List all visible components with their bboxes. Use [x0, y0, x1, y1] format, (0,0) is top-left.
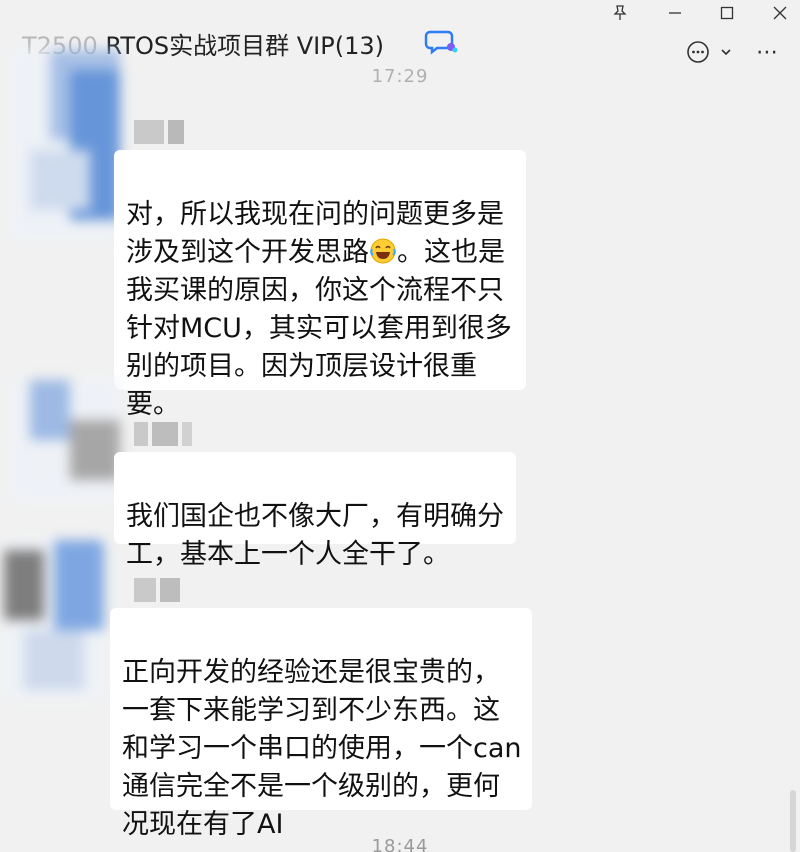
- sender-name-mosaic: [134, 120, 184, 144]
- maximize-icon[interactable]: [707, 2, 747, 24]
- message-line: 工，基本上一个人全干了。: [126, 539, 450, 570]
- message-line: 对，所以我现在问的问题更多是: [126, 199, 504, 230]
- member-count: (13): [334, 32, 384, 60]
- chevron-down-icon[interactable]: [716, 38, 736, 66]
- message-line: 别的项目。因为顶层设计很重: [126, 351, 477, 382]
- message-line: 针对MCU，其实可以套用到很多: [126, 313, 512, 344]
- message-line: 涉及到这个开发思路: [126, 237, 369, 268]
- laughing-tears-emoji-icon: [369, 237, 397, 265]
- message-line: 和学习一个串口的使用，一个can: [122, 733, 522, 764]
- minimize-icon[interactable]: [655, 2, 695, 24]
- timestamp-top: 17:29: [371, 66, 429, 84]
- avatar[interactable]: [10, 50, 120, 240]
- message-line: 一套下来能学习到不少东西。这: [122, 695, 500, 726]
- message-line: 我买课的原因，你这个流程不只: [126, 275, 504, 306]
- message-bubble[interactable]: 正向开发的经验还是很宝贵的， 一套下来能学习到不少东西。这 和学习一个串口的使用…: [110, 608, 532, 840]
- scrollbar[interactable]: [790, 790, 796, 852]
- chat-bubble-icon[interactable]: [684, 38, 712, 66]
- more-options-button[interactable]: ⋯: [752, 38, 782, 66]
- title-main: RTOS实战项目群 VIP: [105, 32, 335, 60]
- message-line: 通信完全不是一个级别的，更何: [122, 771, 500, 802]
- message-line: 。这也是: [397, 237, 505, 268]
- message-line: 要。: [126, 389, 180, 420]
- message-line: 我们国企也不像大厂，有明确分: [126, 501, 504, 532]
- pin-icon[interactable]: [600, 2, 640, 24]
- message-bubble[interactable]: 我们国企也不像大厂，有明确分 工，基本上一个人全干了。: [114, 452, 516, 570]
- message-line: 正向开发的经验还是很宝贵的，: [122, 657, 500, 688]
- sender-name-mosaic: [134, 422, 192, 446]
- group-chat-icon[interactable]: [424, 28, 458, 56]
- message-bubble[interactable]: 对，所以我现在问的问题更多是 涉及到这个开发思路 。这也是 我买课的原因，你这个流…: [114, 150, 526, 420]
- avatar[interactable]: [10, 380, 120, 500]
- avatar[interactable]: [4, 540, 104, 700]
- timestamp-bottom: 18:44: [371, 836, 429, 852]
- close-icon[interactable]: [760, 2, 800, 24]
- sender-name-mosaic: [134, 578, 180, 602]
